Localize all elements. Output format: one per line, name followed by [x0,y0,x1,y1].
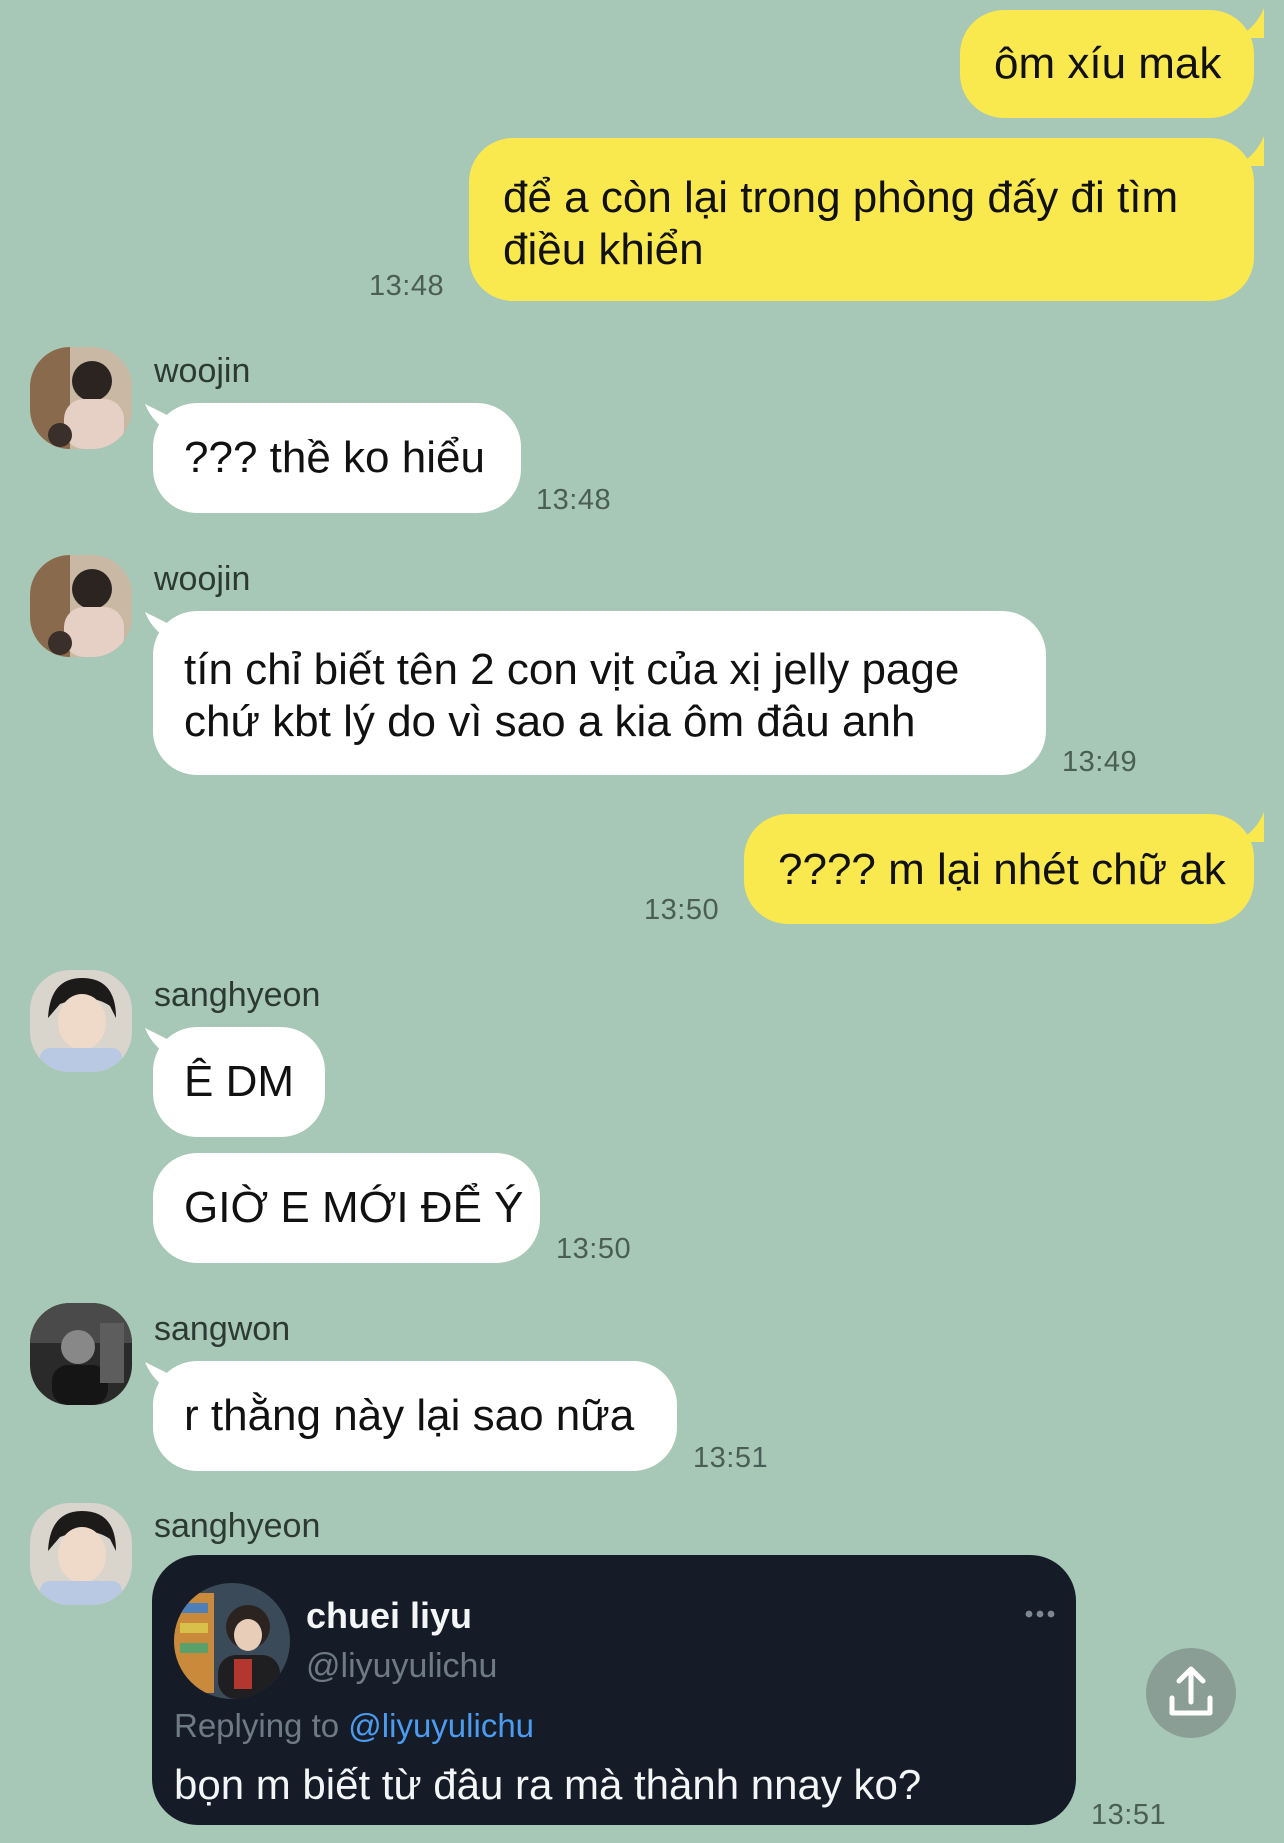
message-timestamp: 13:51 [1091,1799,1167,1831]
avatar-woojin[interactable] [30,347,132,449]
message-timestamp: 13:48 [369,270,445,302]
message-text: GIỜ E MỚI ĐỂ Ý [184,1183,524,1232]
message-timestamp: 13:49 [1062,746,1138,778]
their-message-bubble[interactable]: tín chỉ biết tên 2 con vịt của xị jelly … [153,611,1046,775]
message-timestamp: 13:48 [536,484,612,516]
post-handle[interactable]: @liyuyulichu [306,1647,497,1686]
avatar-sanghyeon[interactable] [30,970,132,1072]
avatar-sangwon[interactable] [30,1303,132,1405]
post-avatar[interactable] [174,1583,290,1699]
message-text: ???? m lại nhét chữ ak [778,845,1226,894]
post-text: bọn m biết từ đâu ra mà thành nnay ko? [174,1761,922,1808]
replying-handle-link[interactable]: @liyuyulichu [348,1707,534,1744]
message-text: ôm xíu mak [994,39,1222,88]
sender-name: woojin [154,352,251,390]
sender-name: sangwon [154,1310,291,1348]
shared-post-card[interactable]: chuei liyu @liyuyulichu Replying to @liy… [152,1555,1076,1825]
my-message-bubble[interactable]: ???? m lại nhét chữ ak [744,814,1254,924]
bubble-tail [1236,8,1264,38]
message-text: r thằng này lại sao nữa [184,1391,635,1440]
their-message-bubble[interactable]: Ê DM [153,1027,325,1137]
message-text: tín chỉ biết tên 2 con vịt của xị jelly … [184,645,960,746]
their-message-bubble[interactable]: r thằng này lại sao nữa [153,1361,677,1471]
avatar-woojin[interactable] [30,555,132,657]
share-upload-icon [1169,1666,1213,1716]
sender-name: woojin [154,560,251,598]
bubble-tail [1236,812,1264,842]
message-text: để a còn lại trong phòng đấy đi tìm điều… [503,173,1179,274]
their-message-bubble[interactable]: ??? thề ko hiểu [153,403,521,513]
their-message-bubble[interactable]: GIỜ E MỚI ĐỂ Ý [153,1153,540,1263]
message-text: Ê DM [184,1057,294,1106]
avatar-sanghyeon[interactable] [30,1503,132,1605]
ellipsis-icon[interactable] [1024,1607,1056,1619]
sender-name: sanghyeon [154,976,321,1014]
message-timestamp: 13:50 [644,894,720,926]
sender-name: sanghyeon [154,1507,321,1545]
post-display-name[interactable]: chuei liyu [306,1595,472,1637]
bubble-tail [1236,136,1264,166]
message-timestamp: 13:51 [693,1442,769,1474]
replying-line: Replying to @liyuyulichu [174,1707,534,1745]
replying-prefix: Replying to [174,1707,340,1744]
message-text: ??? thề ko hiểu [184,433,485,482]
my-message-bubble[interactable]: để a còn lại trong phòng đấy đi tìm điều… [469,138,1254,301]
message-timestamp: 13:50 [556,1233,632,1265]
share-button[interactable] [1146,1648,1236,1738]
my-message-bubble[interactable]: ôm xíu mak [960,10,1254,118]
